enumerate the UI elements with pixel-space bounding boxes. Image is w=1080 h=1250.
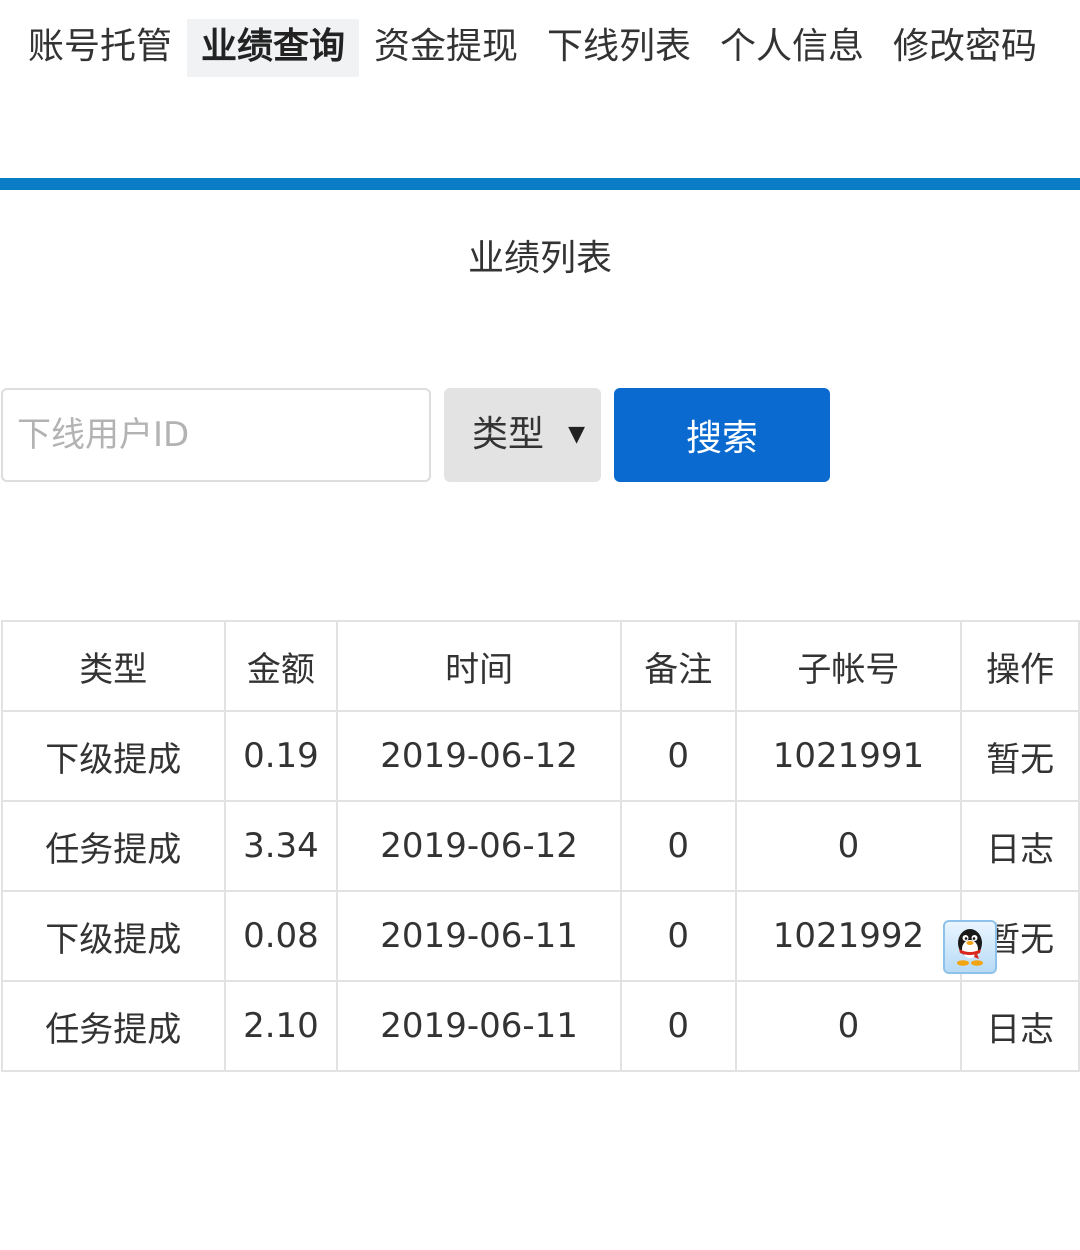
top-nav: 账号托管 业绩查询 资金提现 下线列表 个人信息 修改密码 — [0, 0, 1080, 100]
cell-remark: 0 — [619, 980, 737, 1072]
cell-remark: 0 — [619, 800, 737, 892]
cell-remark: 0 — [619, 710, 737, 802]
cell-sub-account: 1021992 — [734, 890, 963, 982]
header-amount: 金额 — [223, 620, 339, 712]
cell-time: 2019-06-11 — [336, 890, 622, 982]
cell-time: 2019-06-12 — [336, 800, 622, 892]
qq-penguin-icon — [957, 929, 983, 966]
header-time: 时间 — [336, 620, 622, 712]
cell-amount: 0.08 — [223, 890, 339, 982]
tab-fund-withdrawal[interactable]: 资金提现 — [360, 19, 532, 77]
table-row: 下级提成 0.19 2019-06-12 0 1021991 暂无 — [1, 710, 1080, 802]
log-link[interactable]: 日志 — [960, 800, 1080, 892]
tab-downline-list[interactable]: 下线列表 — [533, 19, 705, 77]
cell-type: 任务提成 — [1, 980, 226, 1072]
downline-user-id-input[interactable] — [1, 388, 431, 482]
cell-type: 下级提成 — [1, 710, 226, 802]
cell-type: 下级提成 — [1, 890, 226, 982]
table-header-row: 类型 金额 时间 备注 子帐号 操作 — [1, 620, 1080, 712]
blue-divider — [0, 178, 1080, 190]
cell-sub-account: 0 — [734, 980, 963, 1072]
table-row: 下级提成 0.08 2019-06-11 0 1021992 暂无 — [1, 890, 1080, 982]
cell-sub-account: 0 — [734, 800, 963, 892]
tab-personal-info[interactable]: 个人信息 — [706, 19, 878, 77]
caret-down-icon: ▼ — [568, 422, 585, 447]
type-select-value: 类型 — [472, 414, 545, 455]
cell-time: 2019-06-12 — [336, 710, 622, 802]
cell-remark: 0 — [619, 890, 737, 982]
tab-performance-query[interactable]: 业绩查询 — [187, 19, 359, 77]
cell-time: 2019-06-11 — [336, 980, 622, 1072]
header-type: 类型 — [1, 620, 226, 712]
search-button[interactable]: 搜索 — [614, 388, 830, 482]
cell-action: 暂无 — [960, 710, 1080, 802]
header-action: 操作 — [960, 620, 1080, 712]
cell-amount: 2.10 — [223, 980, 339, 1072]
log-link[interactable]: 日志 — [960, 980, 1080, 1072]
tab-change-password[interactable]: 修改密码 — [879, 19, 1051, 77]
table-row: 任务提成 2.10 2019-06-11 0 0 日志 — [1, 980, 1080, 1072]
cell-sub-account: 1021991 — [734, 710, 963, 802]
header-remark: 备注 — [619, 620, 737, 712]
table-row: 任务提成 3.34 2019-06-12 0 0 日志 — [1, 800, 1080, 892]
type-select[interactable]: 类型 ▼ — [444, 388, 601, 482]
tab-account-hosting[interactable]: 账号托管 — [14, 19, 186, 77]
cell-type: 任务提成 — [1, 800, 226, 892]
performance-table: 类型 金额 时间 备注 子帐号 操作 下级提成 0.19 2019-06-12 … — [1, 620, 1080, 1072]
cell-amount: 0.19 — [223, 710, 339, 802]
header-sub-account: 子帐号 — [734, 620, 963, 712]
qq-float-button[interactable] — [943, 920, 997, 974]
page-title: 业绩列表 — [467, 238, 612, 279]
cell-amount: 3.34 — [223, 800, 339, 892]
